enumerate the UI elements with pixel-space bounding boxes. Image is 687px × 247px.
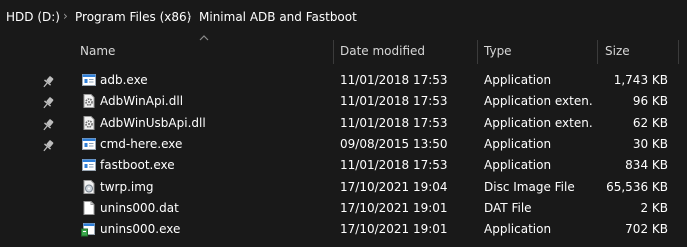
file-type: Disc Image File	[484, 180, 575, 194]
disc-image-icon	[81, 179, 97, 195]
file-row[interactable]: twrp.img 17/10/2021 19:04 Disc Image File 6…	[0, 177, 687, 198]
file-date-modified: 17/10/2021 19:01	[340, 201, 448, 215]
exe-window-icon	[81, 136, 97, 152]
file-size: 2 KB	[640, 201, 668, 215]
file-row[interactable]: adb.exe 11/01/2018 17:53 Application 1,743 …	[0, 70, 687, 91]
file-name: AdbWinUsbApi.dll	[100, 116, 206, 130]
file-name: adb.exe	[100, 73, 148, 87]
column-divider[interactable]	[333, 40, 334, 64]
file-row[interactable]: unins000.exe 17/10/2021 19:01 Application 7…	[0, 219, 687, 240]
address-bar[interactable]: HDD (D:) › Program Files (x86) › Minimal…	[0, 0, 687, 34]
column-divider[interactable]	[678, 40, 679, 64]
breadcrumb-current-folder[interactable]: Minimal ADB and Fastboot	[199, 10, 357, 24]
file-row[interactable]: unins000.dat 17/10/2021 19:01 DAT File 2 KB	[0, 198, 687, 219]
column-header-date[interactable]: Date modified	[340, 44, 425, 58]
file-name: cmd-here.exe	[100, 137, 183, 151]
dll-gear-icon	[81, 115, 97, 131]
file-row[interactable]: AdbWinApi.dll 11/01/2018 17:53 Application…	[0, 91, 687, 112]
file-name: unins000.dat	[100, 201, 179, 215]
column-header-type[interactable]: Type	[484, 44, 512, 58]
file-size: 65,536 KB	[606, 180, 668, 194]
file-name: AdbWinApi.dll	[100, 94, 184, 108]
file-type: Application	[484, 137, 552, 151]
exe-window-icon	[81, 72, 97, 88]
column-divider[interactable]	[597, 40, 598, 64]
file-size: 1,743 KB	[613, 73, 668, 87]
blank-file-icon	[81, 200, 97, 216]
breadcrumb-chevron-icon[interactable]: ›	[63, 9, 68, 23]
file-type: Application	[484, 222, 552, 236]
file-row[interactable]: AdbWinUsbApi.dll 11/01/2018 17:53 Applicat…	[0, 113, 687, 134]
file-date-modified: 17/10/2021 19:01	[340, 222, 448, 236]
column-header-name[interactable]: Name	[80, 44, 115, 58]
file-size: 834 KB	[625, 158, 668, 172]
file-name: twrp.img	[100, 180, 154, 194]
file-date-modified: 11/01/2018 17:53	[340, 73, 448, 87]
file-size: 702 KB	[625, 222, 668, 236]
breadcrumb-drive[interactable]: HDD (D:)	[6, 10, 60, 24]
installer-icon	[81, 221, 97, 237]
file-type: Application exten...	[484, 94, 592, 108]
file-size: 96 KB	[632, 94, 668, 108]
file-date-modified: 09/08/2015 13:50	[340, 137, 448, 151]
file-date-modified: 11/01/2018 17:53	[340, 94, 448, 108]
file-size: 30 KB	[632, 137, 668, 151]
column-header-size[interactable]: Size	[605, 44, 630, 58]
file-type: Application	[484, 158, 552, 172]
file-type: DAT File	[484, 201, 532, 215]
file-type: Application exten...	[484, 116, 592, 130]
file-row[interactable]: cmd-here.exe 09/08/2015 13:50 Application 3…	[0, 134, 687, 155]
column-divider[interactable]	[477, 40, 478, 64]
column-header-row: Name Date modified Type Size	[0, 40, 687, 64]
file-date-modified: 17/10/2021 19:04	[340, 180, 448, 194]
file-date-modified: 11/01/2018 17:53	[340, 158, 448, 172]
file-date-modified: 11/01/2018 17:53	[340, 116, 448, 130]
file-type: Application	[484, 73, 552, 87]
dll-gear-icon	[81, 93, 97, 109]
exe-window-icon	[81, 157, 97, 173]
file-name: unins000.exe	[100, 222, 181, 236]
file-row[interactable]: fastboot.exe 11/01/2018 17:53 Application 8…	[0, 155, 687, 176]
breadcrumb-program-files[interactable]: Program Files (x86)	[75, 10, 191, 24]
breadcrumb-chevron-icon[interactable]: ›	[187, 9, 192, 23]
file-size: 62 KB	[632, 116, 668, 130]
file-name: fastboot.exe	[100, 158, 175, 172]
